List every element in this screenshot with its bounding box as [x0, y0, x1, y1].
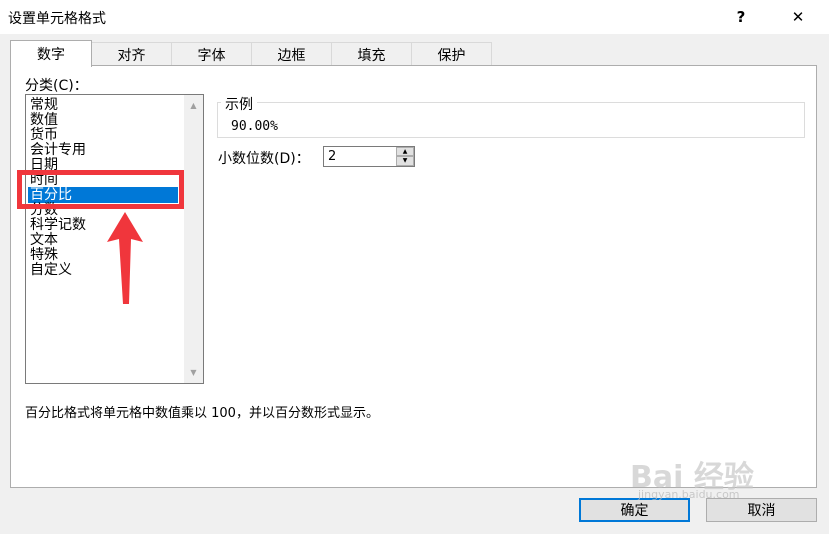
format-description: 百分比格式将单元格中数值乘以 100，并以百分数形式显示。: [25, 406, 379, 421]
stepper-buttons: ▲ ▼: [396, 147, 414, 166]
close-button[interactable]: ✕: [778, 0, 818, 34]
list-item-special[interactable]: 特殊: [30, 247, 58, 263]
red-arrow-icon: [107, 212, 143, 304]
sample-group: [217, 102, 805, 138]
tab-font[interactable]: 字体: [171, 42, 252, 66]
list-item-number[interactable]: 数值: [30, 112, 58, 128]
tab-number[interactable]: 数字: [10, 40, 92, 67]
tab-alignment[interactable]: 对齐: [91, 42, 172, 66]
list-item-general[interactable]: 常规: [30, 97, 58, 113]
scroll-up-icon[interactable]: ▲: [184, 97, 203, 114]
list-item-accounting[interactable]: 会计专用: [30, 142, 86, 158]
list-item-custom[interactable]: 自定义: [30, 262, 72, 278]
watermark-url: jingyan.baidu.com: [638, 488, 740, 501]
list-item-percentage[interactable]: 百分比: [28, 187, 178, 203]
tab-protection[interactable]: 保护: [411, 42, 492, 66]
listbox-scrollbar[interactable]: ▲ ▼: [183, 95, 203, 383]
list-item-scientific[interactable]: 科学记数: [30, 217, 86, 233]
stepper-up-icon[interactable]: ▲: [396, 147, 414, 156]
category-label: 分类(C)：: [25, 78, 88, 94]
decimal-places-stepper[interactable]: ▲ ▼: [323, 146, 415, 167]
list-item-fraction[interactable]: 分数: [30, 202, 58, 218]
list-item-date[interactable]: 日期: [30, 157, 58, 173]
sample-legend: 示例: [221, 94, 257, 114]
close-icon: ✕: [791, 8, 805, 26]
tab-border[interactable]: 边框: [251, 42, 332, 66]
list-item-currency[interactable]: 货币: [30, 127, 58, 143]
list-item-text[interactable]: 文本: [30, 232, 58, 248]
title-bar: 设置单元格格式 ? ✕: [0, 0, 829, 34]
decimal-places-input[interactable]: [324, 147, 396, 166]
help-button[interactable]: ?: [721, 0, 761, 34]
dialog-title: 设置单元格格式: [8, 11, 106, 27]
list-item-time[interactable]: 时间: [30, 172, 58, 188]
decimal-places-label: 小数位数(D)：: [218, 151, 310, 167]
baidu-watermark: Bai 经验 jingyan.baidu.com: [630, 452, 790, 502]
sample-value: 90.00%: [231, 119, 278, 134]
scroll-down-icon[interactable]: ▼: [184, 364, 203, 381]
stepper-down-icon[interactable]: ▼: [396, 156, 414, 166]
help-icon: ?: [736, 8, 746, 26]
tab-fill[interactable]: 填充: [331, 42, 412, 66]
tab-strip: 数字 对齐 字体 边框 填充 保护: [10, 40, 820, 67]
